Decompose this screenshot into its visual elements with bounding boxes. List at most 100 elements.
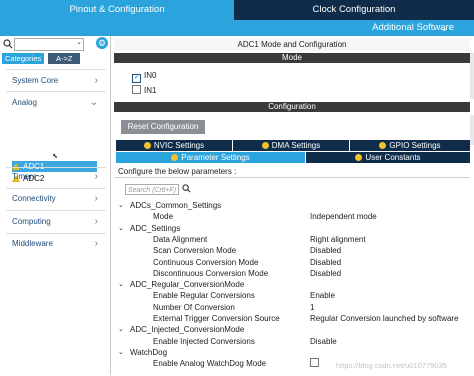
chevron-down-icon: ⌄	[440, 23, 448, 33]
tab-user-constants[interactable]: User Constants	[306, 152, 470, 163]
tab-label: DMA Settings	[271, 141, 321, 150]
tree-parameter-row[interactable]: External Trigger Conversion Source Regula…	[118, 313, 470, 324]
category-analog[interactable]: Analog ⌄	[0, 94, 110, 112]
parameters-instruction: Configure the below parameters :	[118, 167, 237, 176]
categories-panel: ⌄ ⚙ Categories A->Z System Core › Analog…	[0, 36, 111, 375]
tree-parameter-row[interactable]: Enable Regular Conversions Enable	[118, 290, 470, 301]
parameter-value[interactable]: Disabled	[310, 268, 341, 279]
search-icon	[3, 39, 13, 49]
tree-parameter-row[interactable]: Enable Injected Conversions Disable	[118, 336, 470, 347]
panel-title: ADC1 Mode and Configuration	[114, 38, 470, 51]
category-system-core[interactable]: System Core ›	[0, 72, 110, 90]
parameter-name: Enable Injected Conversions	[153, 336, 255, 346]
parameter-name: Mode	[153, 212, 174, 222]
category-connectivity[interactable]: Connectivity ›	[0, 190, 110, 208]
mode-item-label: IN0	[144, 71, 157, 80]
divider	[6, 210, 106, 211]
mode-item-in1[interactable]: IN1	[132, 85, 156, 96]
configuration-section-header: Configuration	[114, 102, 470, 112]
parameter-value[interactable]: Disabled	[310, 257, 341, 268]
tree-group[interactable]: ⌄ WatchDog	[118, 347, 470, 358]
parameter-value[interactable]: Right alignment	[310, 234, 366, 245]
tree-group[interactable]: ⌄ ADC_Injected_ConversionMode	[118, 324, 470, 335]
parameter-value[interactable]: Disable	[310, 336, 337, 347]
divider	[6, 91, 106, 92]
tree-group-label: ADC_Injected_ConversionMode	[130, 325, 245, 335]
category-label: System Core	[12, 76, 59, 85]
chevron-down-icon[interactable]: ⌄	[118, 279, 124, 290]
gear-icon[interactable]: ⚙	[96, 37, 108, 49]
tab-label: Parameter Settings	[181, 153, 250, 162]
status-dot-icon	[143, 142, 151, 149]
chevron-right-icon: ›	[94, 75, 98, 86]
chevron-down-icon: ⌄	[76, 39, 82, 46]
tree-group[interactable]: ⌄ ADCs_Common_Settings	[118, 200, 470, 211]
chevron-down-icon[interactable]: ⌄	[118, 200, 124, 211]
tree-parameter-row[interactable]: Scan Conversion Mode Disabled	[118, 245, 470, 256]
tab-gpio-settings[interactable]: GPIO Settings	[350, 140, 470, 151]
category-label: Connectivity	[12, 194, 56, 203]
checkbox[interactable]	[310, 358, 319, 368]
parameter-search-input[interactable]: Search (Crtl+F)	[125, 184, 179, 195]
additional-software-bar[interactable]: Additional Software ⌄	[234, 20, 474, 36]
tab-clock-configuration[interactable]: Clock Configuration	[234, 0, 474, 20]
category-middleware[interactable]: Middleware ›	[0, 235, 110, 253]
tab-nvic-settings[interactable]: NVIC Settings	[116, 140, 232, 151]
tab-parameter-settings[interactable]: Parameter Settings	[116, 152, 305, 163]
parameter-value[interactable]: 1	[310, 302, 314, 313]
status-dot-icon	[171, 154, 179, 161]
tree-parameter-row[interactable]: Number Of Conversion 1	[118, 302, 470, 313]
configuration-scrollbar[interactable]	[470, 115, 474, 145]
tab-label: NVIC Settings	[153, 141, 205, 150]
parameter-value[interactable]: Enable	[310, 290, 335, 301]
category-search-input[interactable]: ⌄	[14, 38, 84, 51]
tree-group-label: ADCs_Common_Settings	[130, 201, 222, 210]
mode-item-in0[interactable]: ✓ IN0	[132, 70, 157, 83]
category-computing[interactable]: Computing ›	[0, 213, 110, 231]
tree-group[interactable]: ⌄ ADC_Settings	[118, 223, 470, 234]
watermark: https://blog.csdn.net/u010779035	[336, 361, 447, 370]
tab-pinout-configuration[interactable]: Pinout & Configuration	[0, 0, 234, 20]
status-dot-icon	[261, 142, 269, 149]
divider	[6, 188, 106, 189]
chevron-right-icon: ›	[94, 238, 98, 249]
parameter-name: External Trigger Conversion Source	[153, 314, 280, 323]
parameter-name: Enable Regular Conversions	[153, 291, 255, 301]
tree-parameter-row[interactable]: Continuous Conversion Mode Disabled	[118, 257, 470, 268]
tab-label: GPIO Settings	[389, 141, 441, 150]
checkbox-checked[interactable]: ✓	[132, 74, 141, 83]
tree-parameter-row[interactable]: Data Alignment Right alignment	[118, 234, 470, 245]
reset-configuration-button[interactable]: Reset Configuration	[121, 120, 205, 134]
chevron-down-icon: ⌄	[89, 97, 98, 108]
tree-parameter-row[interactable]: Discontinuous Conversion Mode Disabled	[118, 268, 470, 279]
sub-toolbar-left	[0, 20, 234, 36]
category-timers[interactable]: Timers ›	[0, 168, 110, 186]
parameter-value[interactable]: Independent mode	[310, 211, 377, 222]
tree-group[interactable]: ⌄ ADC_Regular_ConversionMode	[118, 279, 470, 290]
tab-a-to-z[interactable]: A->Z	[48, 53, 81, 64]
tab-label: User Constants	[365, 153, 421, 162]
category-label: Computing	[12, 217, 51, 226]
mode-scrollbar[interactable]	[470, 53, 474, 99]
tree-parameter-row[interactable]: Mode Independent mode	[118, 211, 470, 222]
category-label: Analog	[12, 98, 37, 107]
parameter-value[interactable]: Disabled	[310, 245, 341, 256]
chevron-down-icon[interactable]: ⌄	[118, 223, 124, 234]
parameter-value[interactable]	[310, 358, 319, 369]
chevron-down-icon[interactable]: ⌄	[118, 347, 124, 358]
tab-dma-settings[interactable]: DMA Settings	[233, 140, 349, 151]
checkbox[interactable]	[132, 85, 141, 94]
category-label: Middleware	[12, 239, 53, 248]
parameter-name: Continuous Conversion Mode	[153, 257, 259, 267]
tab-categories[interactable]: Categories	[2, 53, 45, 64]
cursor-icon: ⬉	[52, 153, 58, 160]
chevron-right-icon: ›	[94, 171, 98, 182]
search-icon[interactable]	[182, 184, 191, 193]
chevron-down-icon[interactable]: ⌄	[118, 324, 124, 335]
parameter-name: Discontinuous Conversion Mode	[153, 268, 269, 278]
divider	[6, 233, 106, 234]
parameter-value[interactable]: Regular Conversion launched by software	[310, 313, 459, 324]
mode-item-label: IN1	[144, 86, 157, 95]
status-dot-icon	[355, 154, 363, 161]
parameter-name: Data Alignment	[153, 234, 208, 244]
